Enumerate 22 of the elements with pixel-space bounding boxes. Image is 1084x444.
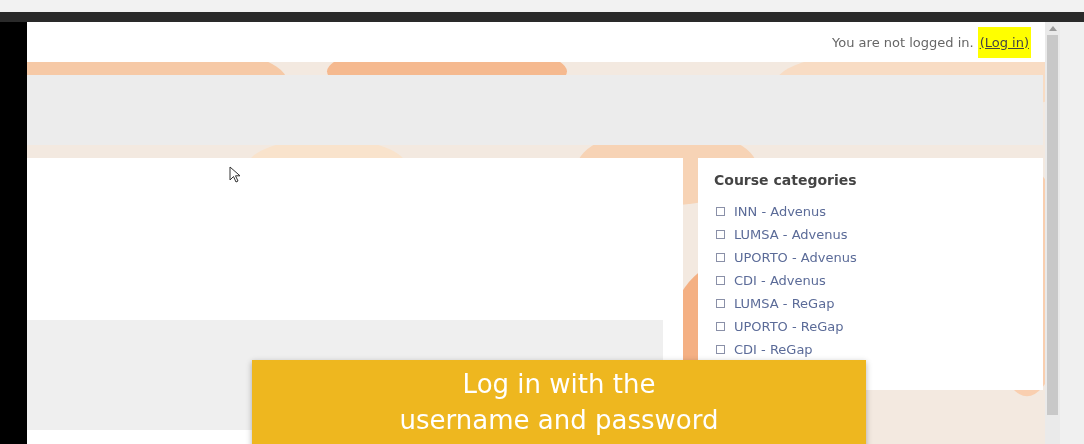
- category-icon: [716, 299, 725, 308]
- login-status-text: You are not logged in.: [832, 34, 974, 50]
- category-link[interactable]: INN - Advenus: [734, 204, 827, 219]
- login-link[interactable]: (Log in): [977, 26, 1031, 58]
- category-icon: [716, 322, 725, 331]
- category-link[interactable]: CDI - Advenus: [734, 273, 826, 288]
- mouse-pointer-icon: [229, 166, 243, 184]
- category-icon: [716, 253, 725, 262]
- category-link[interactable]: UPORTO - Advenus: [734, 250, 857, 265]
- scrollbar[interactable]: [1045, 22, 1060, 444]
- category-icon: [716, 276, 725, 285]
- block-title: Course categories: [714, 172, 858, 188]
- category-link[interactable]: LUMSA - ReGap: [734, 296, 835, 311]
- caption-text: Log in with the: [461, 368, 657, 401]
- category-link[interactable]: UPORTO - ReGap: [734, 319, 844, 334]
- caption-text: username and password: [398, 404, 720, 437]
- category-icon: [716, 207, 725, 216]
- category-link[interactable]: CDI - ReGap: [734, 342, 813, 357]
- category-link[interactable]: LUMSA - Advenus: [734, 227, 848, 242]
- category-icon: [716, 345, 725, 354]
- scroll-up-icon[interactable]: [1048, 26, 1057, 31]
- category-icon: [716, 230, 725, 239]
